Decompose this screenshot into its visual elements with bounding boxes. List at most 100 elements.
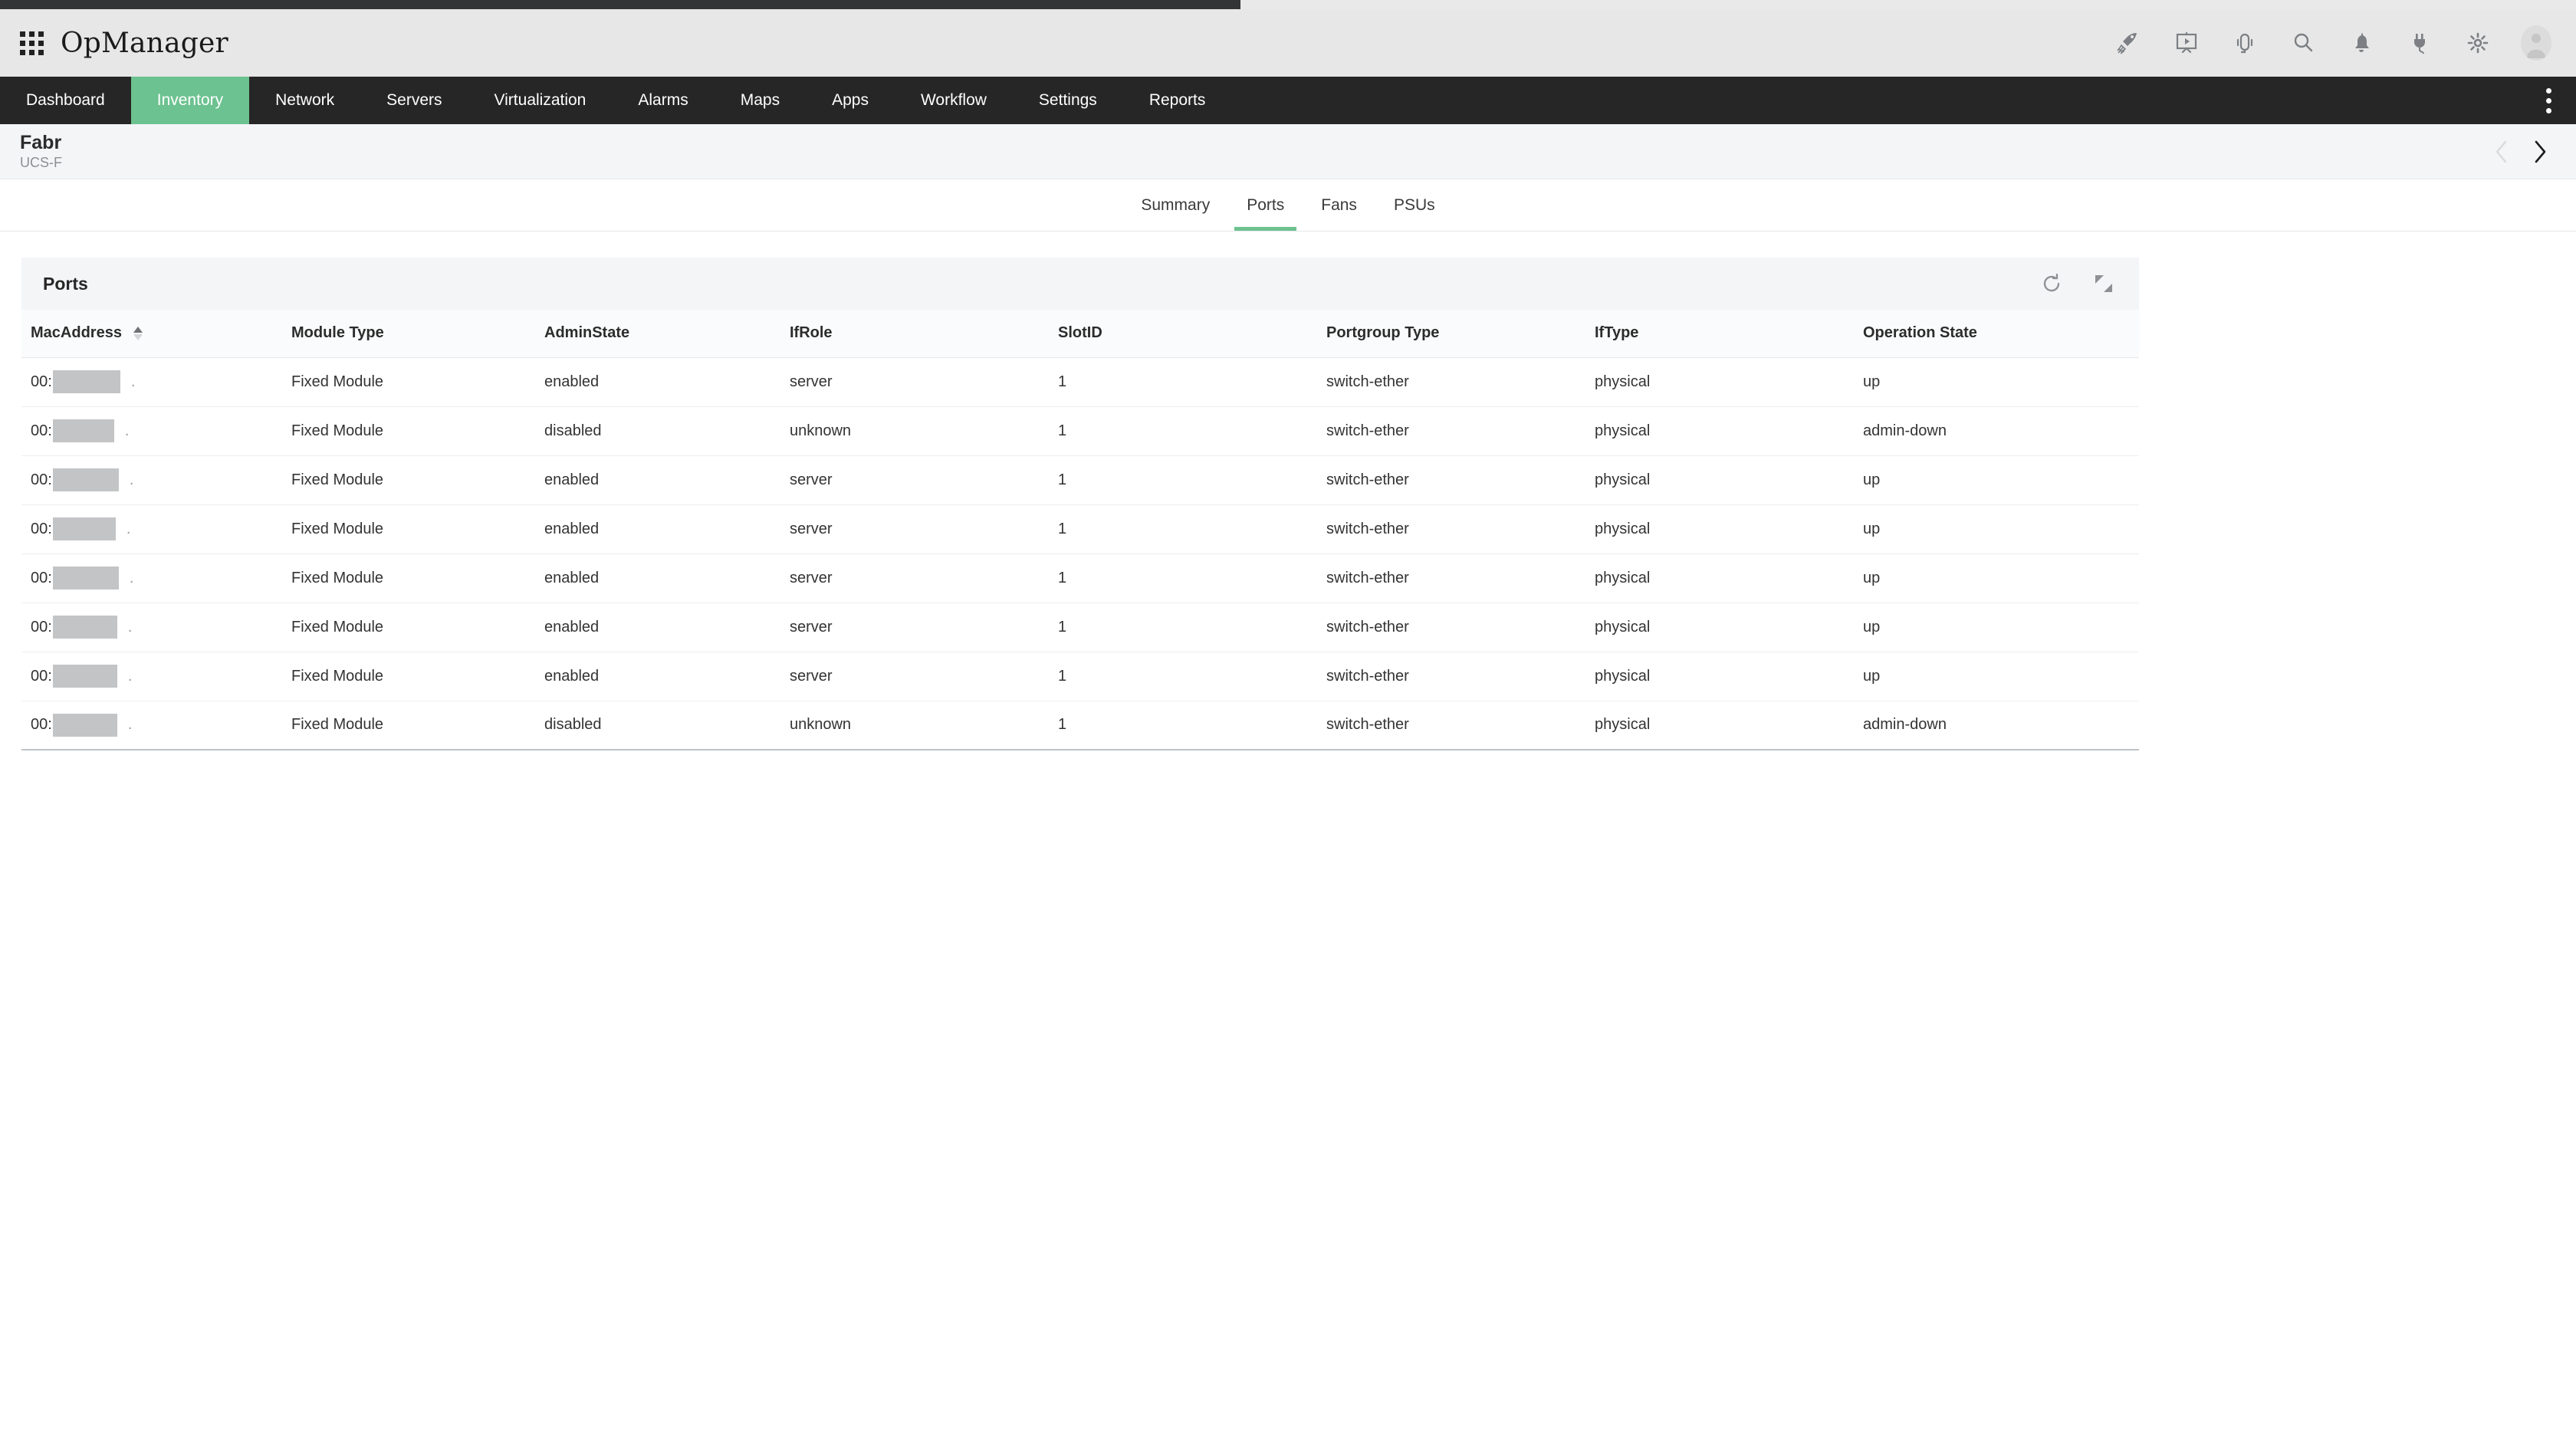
nav-item-dashboard[interactable]: Dashboard: [0, 77, 131, 124]
nav-item-network[interactable]: Network: [249, 77, 360, 124]
ports-card-actions: [2039, 271, 2116, 296]
table-row[interactable]: 00:.Fixed Moduleenabledserver1switch-eth…: [21, 504, 2139, 553]
brand-block: OpManager: [20, 28, 228, 59]
plug-icon[interactable]: [2404, 28, 2435, 58]
mac-tail: .: [125, 422, 130, 440]
mac-tail: .: [128, 619, 133, 636]
bell-icon[interactable]: [2346, 28, 2377, 58]
cell-iftype: physical: [1585, 357, 1854, 406]
cell-slotid: 1: [1049, 553, 1317, 603]
cell-adminstate: disabled: [535, 406, 780, 455]
main-navigation: Dashboard Inventory Network Servers Virt…: [0, 77, 2576, 124]
mac-prefix: 00:: [31, 668, 52, 685]
nav-item-maps[interactable]: Maps: [715, 77, 806, 124]
table-row[interactable]: 00:.Fixed Moduleenabledserver1switch-eth…: [21, 603, 2139, 652]
page-content: Ports: [0, 232, 2576, 750]
cell-macaddress: 00:.: [21, 701, 282, 750]
avatar[interactable]: [2521, 28, 2551, 58]
tab-fans[interactable]: Fans: [1303, 179, 1375, 231]
cell-macaddress: 00:.: [21, 603, 282, 652]
mac-redaction-block: [53, 665, 117, 688]
cell-slotid: 1: [1049, 603, 1317, 652]
page-titlebar: Fabr UCS-F: [0, 124, 2576, 179]
cell-macaddress: 00:.: [21, 504, 282, 553]
column-header-adminstate[interactable]: AdminState: [535, 310, 780, 357]
table-header-row: MacAddress Module Type AdminState IfRole…: [21, 310, 2139, 357]
expand-icon[interactable]: [2091, 271, 2116, 296]
table-row[interactable]: 00:.Fixed Moduleenabledserver1switch-eth…: [21, 652, 2139, 701]
cell-ifrole: server: [780, 357, 1049, 406]
cell-operation-state: up: [1854, 553, 2139, 603]
column-header-ifrole[interactable]: IfRole: [780, 310, 1049, 357]
column-header-portgroup-type[interactable]: Portgroup Type: [1317, 310, 1585, 357]
nav-item-apps[interactable]: Apps: [806, 77, 895, 124]
cell-slotid: 1: [1049, 357, 1317, 406]
table-row[interactable]: 00:.Fixed Moduledisabledunknown1switch-e…: [21, 406, 2139, 455]
cell-ifrole: unknown: [780, 406, 1049, 455]
gear-icon[interactable]: [2463, 28, 2493, 58]
nav-item-servers[interactable]: Servers: [360, 77, 468, 124]
mac-redaction-block: [53, 517, 116, 540]
cell-portgroup-type: switch-ether: [1317, 504, 1585, 553]
nav-item-virtualization[interactable]: Virtualization: [468, 77, 613, 124]
column-header-module-type[interactable]: Module Type: [282, 310, 535, 357]
table-row[interactable]: 00:.Fixed Moduledisabledunknown1switch-e…: [21, 701, 2139, 750]
table-row[interactable]: 00:.Fixed Moduleenabledserver1switch-eth…: [21, 553, 2139, 603]
ports-card: Ports: [21, 258, 2139, 750]
mac-redaction-block: [53, 714, 117, 737]
chevron-left-icon: [2492, 139, 2512, 165]
cell-slotid: 1: [1049, 701, 1317, 750]
headset-icon[interactable]: [2229, 28, 2260, 58]
mac-tail: .: [128, 716, 133, 734]
cell-ifrole: unknown: [780, 701, 1049, 750]
cell-ifrole: server: [780, 603, 1049, 652]
cell-portgroup-type: switch-ether: [1317, 652, 1585, 701]
ports-card-header: Ports: [21, 258, 2139, 310]
rocket-icon[interactable]: [2113, 28, 2144, 58]
tab-psus[interactable]: PSUs: [1375, 179, 1454, 231]
app-title: OpManager: [61, 28, 228, 59]
column-header-iftype[interactable]: IfType: [1585, 310, 1854, 357]
cell-operation-state: up: [1854, 357, 2139, 406]
cell-iftype: physical: [1585, 701, 1854, 750]
mac-prefix: 00:: [31, 570, 52, 587]
nav-item-workflow[interactable]: Workflow: [895, 77, 1013, 124]
cell-iftype: physical: [1585, 504, 1854, 553]
cell-portgroup-type: switch-ether: [1317, 701, 1585, 750]
nav-item-alarms[interactable]: Alarms: [612, 77, 714, 124]
chevron-right-icon[interactable]: [2530, 139, 2550, 165]
cell-portgroup-type: switch-ether: [1317, 455, 1585, 504]
column-header-slotid[interactable]: SlotID: [1049, 310, 1317, 357]
app-header: OpManager: [0, 9, 2576, 77]
cell-macaddress: 00:.: [21, 652, 282, 701]
nav-item-reports[interactable]: Reports: [1123, 77, 1232, 124]
mac-redaction-block: [53, 370, 120, 393]
overflow-menu-icon[interactable]: [2538, 77, 2559, 124]
nav-item-inventory[interactable]: Inventory: [131, 77, 249, 124]
cell-module-type: Fixed Module: [282, 652, 535, 701]
cell-adminstate: enabled: [535, 553, 780, 603]
cell-adminstate: enabled: [535, 652, 780, 701]
search-icon[interactable]: [2288, 28, 2318, 58]
cell-slotid: 1: [1049, 652, 1317, 701]
table-row[interactable]: 00:.Fixed Moduleenabledserver1switch-eth…: [21, 357, 2139, 406]
mac-tail: .: [130, 570, 134, 587]
column-header-macaddress[interactable]: MacAddress: [21, 310, 282, 357]
tab-summary[interactable]: Summary: [1122, 179, 1228, 231]
nav-item-settings[interactable]: Settings: [1013, 77, 1123, 124]
apps-grid-icon[interactable]: [20, 31, 44, 55]
column-header-operation-state[interactable]: Operation State: [1854, 310, 2139, 357]
tab-ports[interactable]: Ports: [1228, 179, 1303, 231]
presentation-icon[interactable]: [2171, 28, 2202, 58]
cell-macaddress: 00:.: [21, 553, 282, 603]
cell-adminstate: enabled: [535, 455, 780, 504]
cell-module-type: Fixed Module: [282, 406, 535, 455]
ports-card-title: Ports: [43, 274, 88, 294]
cell-iftype: physical: [1585, 603, 1854, 652]
cell-operation-state: up: [1854, 504, 2139, 553]
column-header-macaddress-label: MacAddress: [31, 324, 122, 341]
mac-prefix: 00:: [31, 521, 52, 538]
table-row[interactable]: 00:.Fixed Moduleenabledserver1switch-eth…: [21, 455, 2139, 504]
refresh-icon[interactable]: [2039, 271, 2064, 296]
cell-operation-state: up: [1854, 603, 2139, 652]
